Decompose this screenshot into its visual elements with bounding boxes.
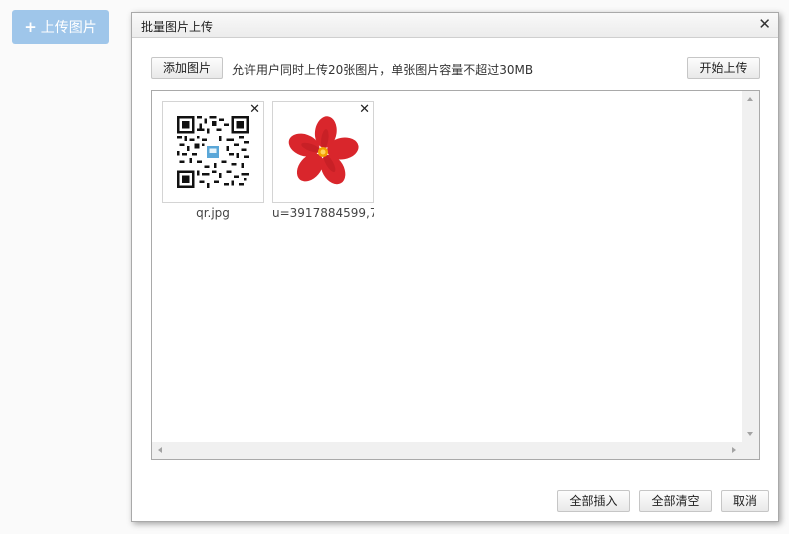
delete-icon[interactable]: ✕ <box>249 102 260 117</box>
thumbnail-frame: ✕ <box>272 101 374 203</box>
scroll-up-arrow-icon[interactable] <box>747 97 753 101</box>
scroll-right-arrow-icon[interactable] <box>732 447 736 453</box>
file-thumbnail[interactable]: ✕ <box>272 101 374 220</box>
upload-images-label: 上传图片 <box>40 20 97 36</box>
start-upload-button[interactable]: 开始上传 <box>687 57 760 79</box>
cancel-button[interactable]: 取消 <box>721 490 769 512</box>
upload-hint-text: 允许用户同时上传20张图片，单张图片容量不超过30MB <box>232 63 534 77</box>
vertical-scrollbar[interactable] <box>742 91 759 442</box>
qr-code-icon <box>177 116 249 188</box>
add-image-button[interactable]: 添加图片 <box>151 57 223 79</box>
file-name: qr.jpg <box>196 206 230 220</box>
batch-upload-dialog: 批量图片上传 ✕ 添加图片 允许用户同时上传20张图片，单张图片容量不超过30M… <box>131 12 779 522</box>
insert-all-button[interactable]: 全部插入 <box>557 490 630 512</box>
dialog-title: 批量图片上传 <box>141 20 214 34</box>
file-thumbnail[interactable]: ✕ <box>162 101 264 220</box>
upload-images-button[interactable]: + 上传图片 <box>12 10 109 44</box>
red-flower-image-icon <box>288 116 359 185</box>
scrollbar-corner <box>742 442 759 459</box>
thumbnail-frame: ✕ <box>162 101 264 203</box>
horizontal-scrollbar[interactable] <box>152 442 742 459</box>
file-name: u=3917884599,73 <box>272 206 374 220</box>
close-icon[interactable]: ✕ <box>758 16 771 32</box>
dialog-titlebar: 批量图片上传 ✕ <box>132 13 778 38</box>
plus-icon: + <box>24 17 37 36</box>
clear-all-button[interactable]: 全部清空 <box>639 490 712 512</box>
delete-icon[interactable]: ✕ <box>359 102 370 117</box>
file-list-box: ✕ qr.jpg ✕ u=3917884599,73 <box>151 90 760 460</box>
scroll-down-arrow-icon[interactable] <box>747 432 753 436</box>
scroll-left-arrow-icon[interactable] <box>158 447 162 453</box>
